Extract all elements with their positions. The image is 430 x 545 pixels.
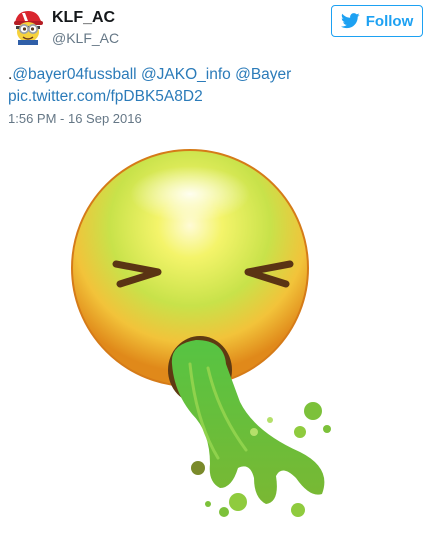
mention-link[interactable]: @Bayer [235,66,291,83]
mention-link[interactable]: @bayer04fussball [12,66,136,83]
tweet-timestamp[interactable]: 1:56 PM - 16 Sep 2016 [8,111,142,126]
screen-name[interactable]: @KLF_AC [52,30,119,46]
follow-button[interactable]: Follow [331,5,423,37]
tweet-text: .@bayer04fussball @JAKO_info @Bayer pic.t… [8,64,422,108]
mention-link[interactable]: @JAKO_info [141,66,231,83]
tweet-header: KLF_AC @KLF_AC Follow [0,0,430,56]
vomiting-face-emoji-icon [71,149,331,517]
twitter-bird-icon [340,13,360,29]
display-name[interactable]: KLF_AC [52,9,115,27]
tweet-card: KLF_AC @KLF_AC Follow .@bayer04fussball … [0,0,430,545]
tweet-media[interactable] [40,132,400,532]
minion-avatar-icon [9,7,47,45]
follow-label: Follow [365,12,414,30]
user-avatar[interactable] [9,7,47,45]
media-link[interactable]: pic.twitter.com/fpDBK5A8D2 [8,88,203,105]
